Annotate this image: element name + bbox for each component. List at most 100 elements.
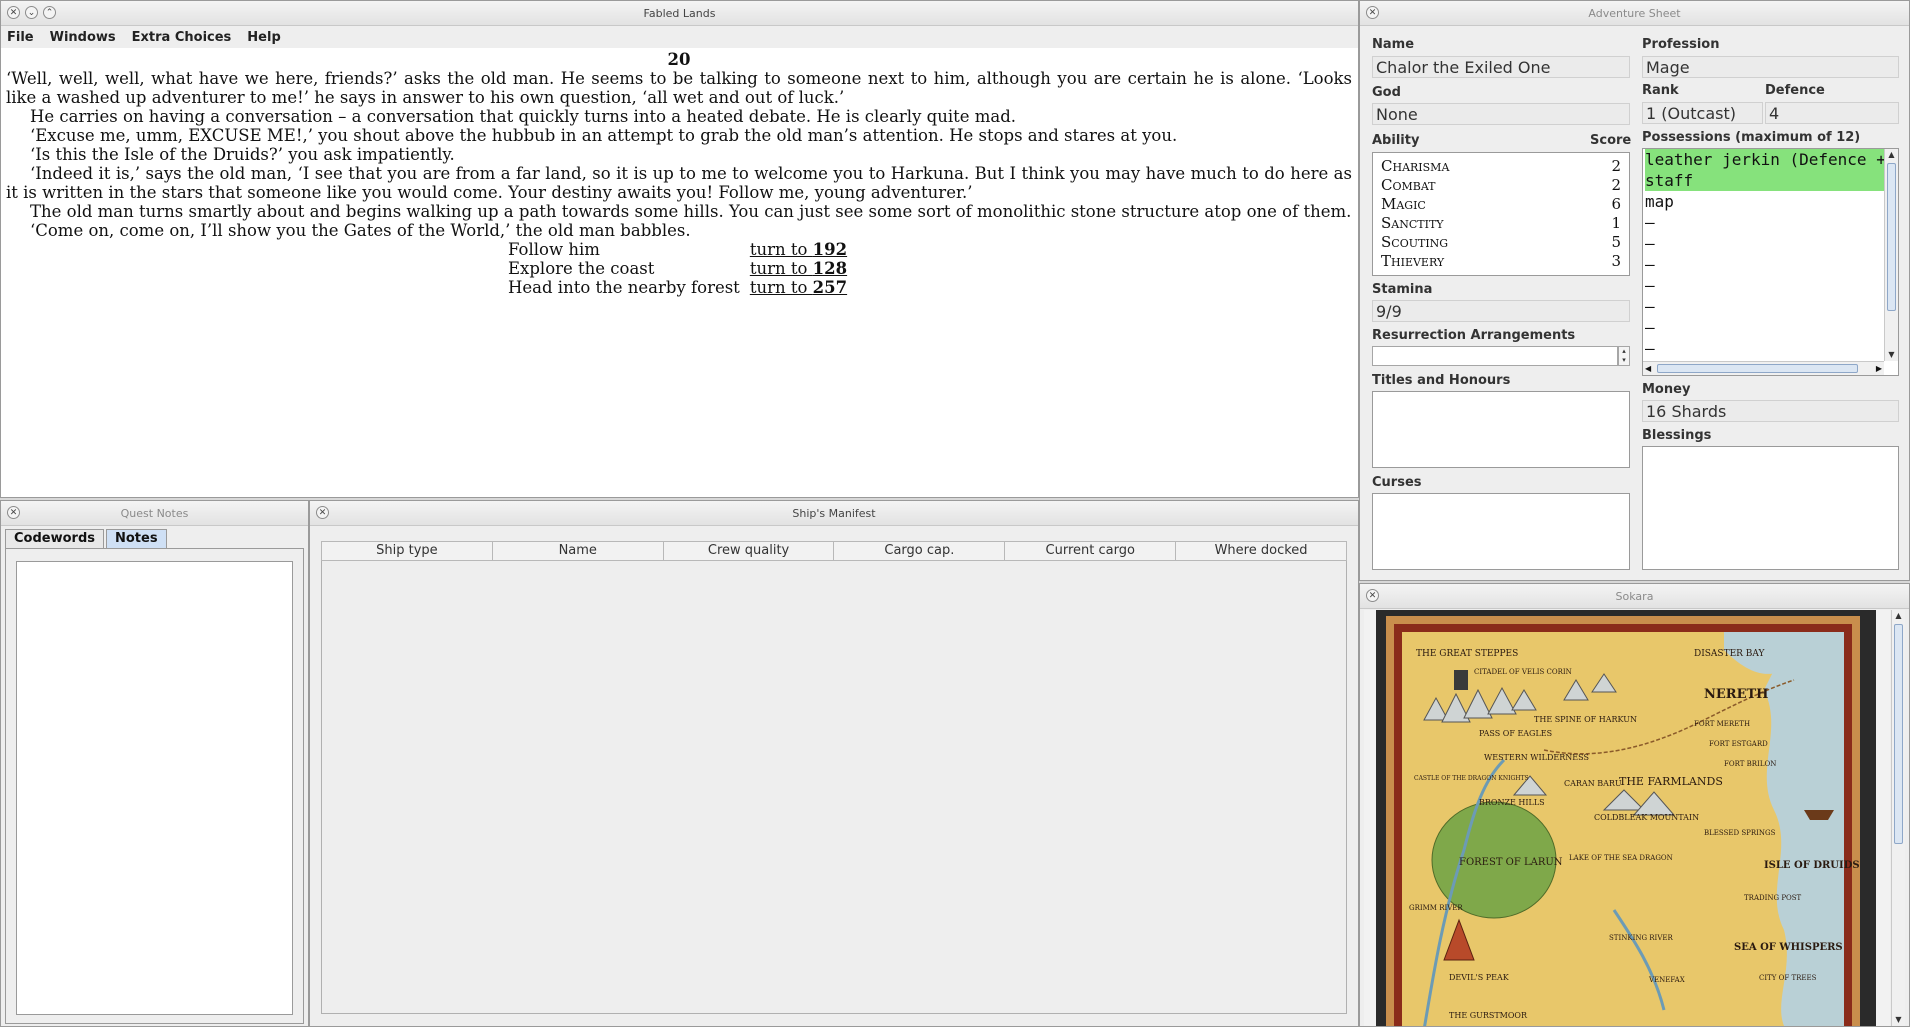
- possession-item[interactable]: —: [1645, 275, 1884, 296]
- menu-extra-choices[interactable]: Extra Choices: [130, 30, 234, 45]
- turn-target[interactable]: 192: [813, 240, 847, 259]
- curses-box[interactable]: [1372, 493, 1630, 570]
- map-label: WESTERN WILDERNESS: [1484, 753, 1589, 762]
- choice-link[interactable]: turn to 128: [750, 259, 857, 278]
- ability-label: Ability: [1372, 133, 1420, 148]
- quest-titlebar[interactable]: ✕ Quest Notes: [1, 501, 308, 526]
- turn-label[interactable]: turn to: [750, 259, 813, 278]
- map-label: CITY OF TREES: [1759, 974, 1817, 982]
- choice-link[interactable]: turn to 192: [750, 240, 857, 259]
- column-header[interactable]: Crew quality: [663, 541, 835, 561]
- column-header[interactable]: Name: [492, 541, 664, 561]
- manifest-table-body[interactable]: [321, 561, 1347, 1014]
- choice-row: Follow him turn to 192: [508, 240, 857, 259]
- column-header[interactable]: Current cargo: [1005, 541, 1177, 561]
- possession-item[interactable]: map: [1645, 191, 1884, 212]
- menu-file[interactable]: File: [5, 30, 36, 45]
- map-label: THE SPINE OF HARKUN: [1534, 715, 1637, 724]
- scroll-up-icon[interactable]: ▲: [1892, 610, 1905, 622]
- possessions-hscroll[interactable]: ◀ ▶: [1643, 361, 1884, 375]
- adventure-sheet-window: ✕ Adventure Sheet Name Chalor the Exiled…: [1359, 0, 1910, 581]
- ships-manifest-window: ✕ Ship's Manifest Ship type Name Crew qu…: [309, 500, 1359, 1027]
- menu-help[interactable]: Help: [245, 30, 282, 45]
- turn-target[interactable]: 257: [813, 278, 847, 297]
- resurrection-label: Resurrection Arrangements: [1372, 328, 1576, 343]
- name-label: Name: [1372, 37, 1415, 52]
- map-label: SEA OF WHISPERS: [1734, 942, 1843, 953]
- map-label: THE GREAT STEPPES: [1416, 649, 1518, 659]
- scroll-down-icon[interactable]: ▼: [1892, 1014, 1905, 1026]
- choice-row: Head into the nearby forest turn to 257: [508, 278, 857, 297]
- map-label: CITADEL OF VELIS CORIN: [1474, 668, 1572, 676]
- god-label: God: [1372, 85, 1401, 100]
- resurrection-field[interactable]: [1372, 346, 1618, 366]
- map-label: CASTLE OF THE DRAGON KNIGHTS: [1414, 775, 1529, 782]
- sokara-map-window: ✕ Sokara THE GREAT STEPPES CITADEL OF VE…: [1359, 583, 1910, 1027]
- possessions-items: leather jerkin (Defence + staff map — — …: [1643, 149, 1884, 361]
- blessings-label: Blessings: [1642, 428, 1712, 443]
- possession-item[interactable]: —: [1645, 233, 1884, 254]
- story-text: 20 ‘Well, well, well, what have we here,…: [1, 48, 1358, 497]
- turn-target[interactable]: 128: [813, 259, 847, 278]
- map-vscroll[interactable]: ▲ ▼: [1891, 610, 1905, 1026]
- defence-label: Defence: [1765, 83, 1825, 98]
- blessings-box[interactable]: [1642, 446, 1899, 570]
- column-header[interactable]: Where docked: [1176, 541, 1347, 561]
- map-label: BRONZE HILLS: [1479, 798, 1545, 807]
- scroll-thumb[interactable]: [1894, 624, 1903, 844]
- map-label: THE GURSTMOOR: [1449, 1011, 1528, 1020]
- ability-name: Sanctity: [1381, 214, 1444, 232]
- ability-row: Magic 6: [1373, 195, 1629, 214]
- map-label: FORT BRILON: [1724, 760, 1776, 768]
- scroll-up-icon[interactable]: ▲: [1885, 149, 1898, 161]
- column-header[interactable]: Cargo cap.: [834, 541, 1006, 561]
- resurrection-spinner[interactable]: ▴ ▾: [1618, 346, 1630, 366]
- score-label: Score: [1590, 133, 1632, 148]
- menubar: File Windows Extra Choices Help: [1, 26, 1358, 49]
- possessions-list[interactable]: leather jerkin (Defence + staff map — — …: [1642, 148, 1899, 376]
- name-field: Chalor the Exiled One: [1372, 56, 1630, 78]
- scroll-down-icon[interactable]: ▼: [1885, 349, 1898, 361]
- tab-codewords[interactable]: Codewords: [5, 529, 104, 549]
- possession-item[interactable]: —: [1645, 317, 1884, 338]
- adventure-titlebar[interactable]: ✕ Adventure Sheet: [1360, 1, 1909, 26]
- choice-row: Explore the coast turn to 128: [508, 259, 857, 278]
- scroll-left-icon[interactable]: ◀: [1645, 362, 1651, 375]
- tab-notes[interactable]: Notes: [106, 529, 167, 549]
- notes-textarea[interactable]: [16, 561, 293, 1015]
- map-viewport[interactable]: THE GREAT STEPPES CITADEL OF VELIS CORIN…: [1364, 610, 1890, 1026]
- map-label: ISLE OF DRUIDS: [1764, 860, 1860, 871]
- window-title: Fabled Lands: [643, 7, 716, 20]
- scroll-right-icon[interactable]: ▶: [1876, 362, 1882, 375]
- possession-item[interactable]: leather jerkin (Defence +: [1645, 149, 1884, 170]
- titles-box[interactable]: [1372, 391, 1630, 468]
- column-header[interactable]: Ship type: [321, 541, 493, 561]
- stamina-field: 9/9: [1372, 300, 1630, 322]
- scroll-hthumb[interactable]: [1657, 364, 1858, 373]
- turn-label[interactable]: turn to: [750, 278, 813, 297]
- possessions-label: Possessions (maximum of 12): [1642, 130, 1861, 145]
- possession-item[interactable]: —: [1645, 212, 1884, 233]
- story-paragraph: ‘Excuse me, umm, EXCUSE ME!,’ you shout …: [30, 126, 1178, 145]
- map-label: DISASTER BAY: [1694, 649, 1766, 659]
- money-label: Money: [1642, 382, 1691, 397]
- map-label: LAKE OF THE SEA DRAGON: [1569, 854, 1673, 862]
- choice-link[interactable]: turn to 257: [750, 278, 857, 297]
- stamina-label: Stamina: [1372, 282, 1433, 297]
- ability-score: 2: [1611, 176, 1621, 194]
- manifest-titlebar[interactable]: ✕ Ship's Manifest: [310, 501, 1358, 526]
- possession-item[interactable]: —: [1645, 338, 1884, 359]
- ability-name: Scouting: [1381, 233, 1449, 251]
- turn-label[interactable]: turn to: [750, 240, 813, 259]
- ability-row: Sanctity 1: [1373, 214, 1629, 233]
- possession-item[interactable]: —: [1645, 254, 1884, 275]
- fabled-lands-window: ✕ ⌄ ⌃ Fabled Lands File Windows Extra Ch…: [0, 0, 1359, 498]
- possession-item[interactable]: staff: [1645, 170, 1884, 191]
- main-titlebar[interactable]: ✕ ⌄ ⌃ Fabled Lands: [1, 1, 1358, 26]
- possessions-vscroll[interactable]: ▲ ▼: [1884, 149, 1898, 361]
- menu-windows[interactable]: Windows: [48, 30, 118, 45]
- ability-score: 6: [1611, 195, 1621, 213]
- scroll-thumb[interactable]: [1887, 163, 1896, 311]
- map-titlebar[interactable]: ✕ Sokara: [1360, 584, 1909, 609]
- possession-item[interactable]: —: [1645, 296, 1884, 317]
